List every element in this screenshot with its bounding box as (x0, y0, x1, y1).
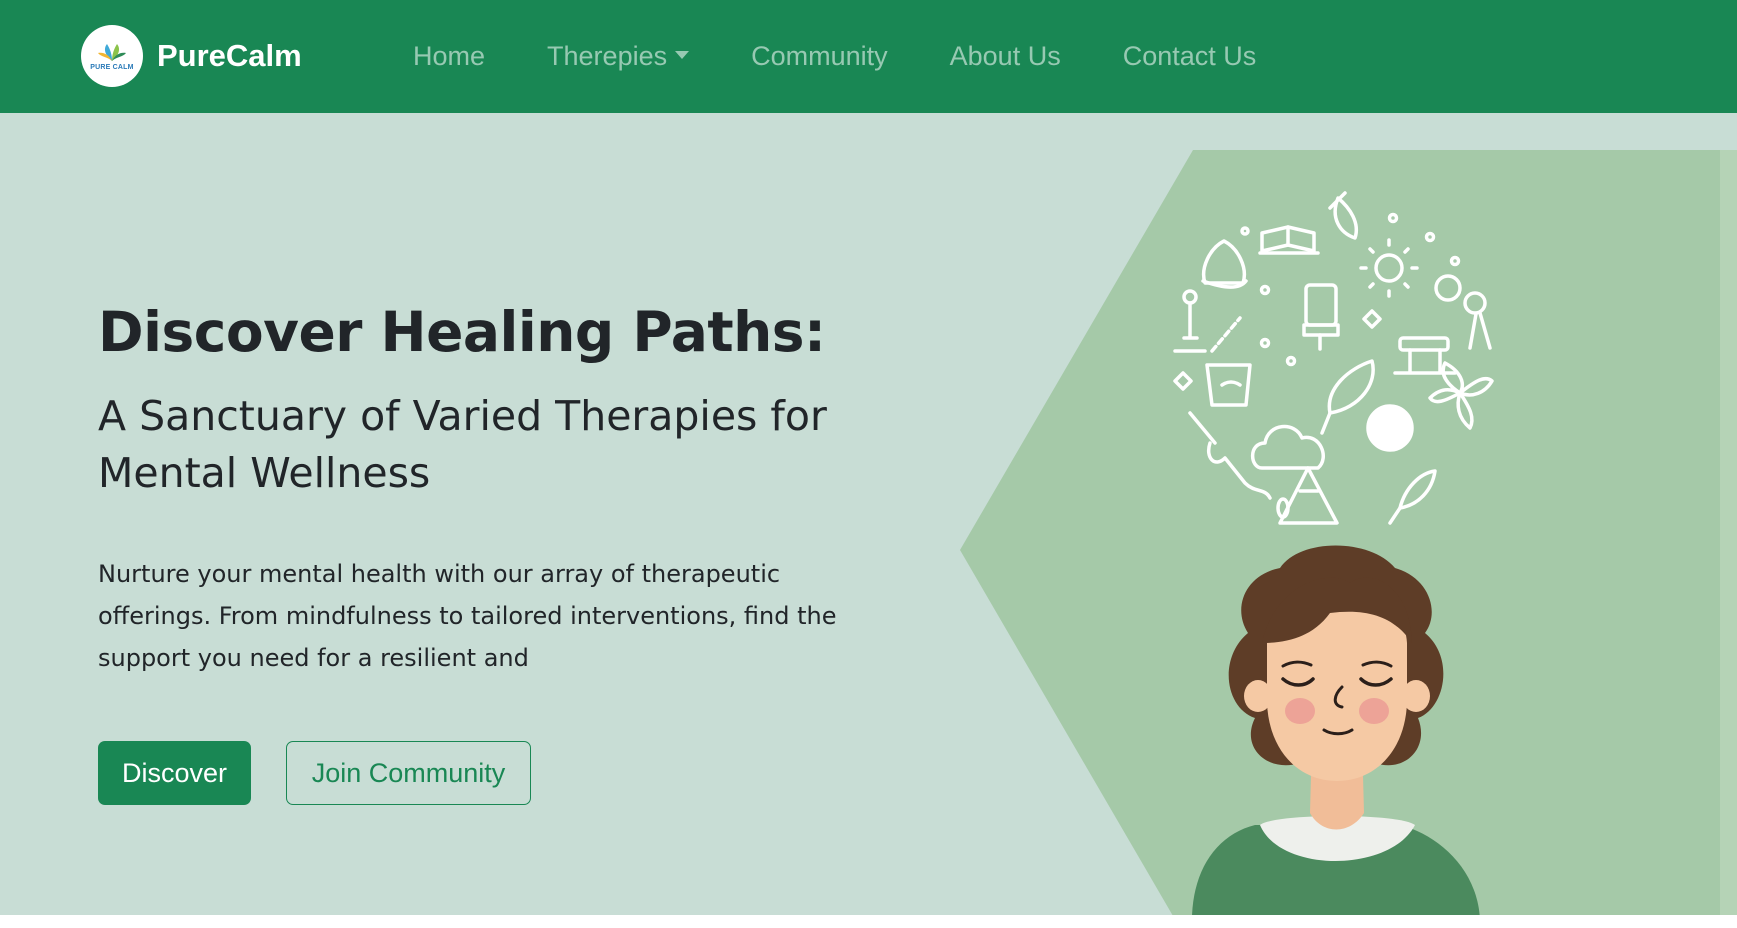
left-cheek (1285, 698, 1315, 724)
leaf-logo-icon (98, 44, 126, 61)
panel-edge (1720, 150, 1737, 915)
hero-section: Discover Healing Paths: A Sanctuary of V… (0, 113, 1737, 915)
hero-subtitle: A Sanctuary of Varied Therapies for Ment… (98, 392, 827, 497)
nav-link-therapies-label: Therepies (547, 41, 668, 71)
nav-link-about[interactable]: About Us (919, 41, 1092, 72)
meditation-illustration (960, 150, 1737, 915)
hero-description: Nurture your mental health with our arra… (98, 560, 837, 672)
nav-link-home[interactable]: Home (382, 41, 516, 72)
hero-title: Discover Healing Paths: (98, 300, 826, 364)
yoga-ball-icon (1366, 404, 1414, 452)
nav-link-community[interactable]: Community (720, 41, 919, 72)
purecalm-logo: PURE CALM (81, 25, 143, 87)
join-community-button[interactable]: Join Community (286, 741, 531, 805)
brand-link[interactable]: PURE CALM PureCalm (81, 25, 302, 87)
caret-down-icon (675, 50, 690, 59)
discover-button[interactable]: Discover (98, 741, 251, 805)
nav-links: Home Therepies Community About Us Contac… (382, 0, 1287, 113)
nav-link-contact[interactable]: Contact Us (1092, 41, 1288, 72)
right-cheek (1359, 698, 1389, 724)
logo-text: PURE CALM (90, 64, 134, 71)
top-navbar: PURE CALM PureCalm Home Therepies Commun… (0, 0, 1737, 113)
brand-name: PureCalm (157, 38, 302, 73)
page-bottom-strip (0, 915, 1737, 928)
nav-link-therapies[interactable]: Therepies (516, 41, 720, 72)
